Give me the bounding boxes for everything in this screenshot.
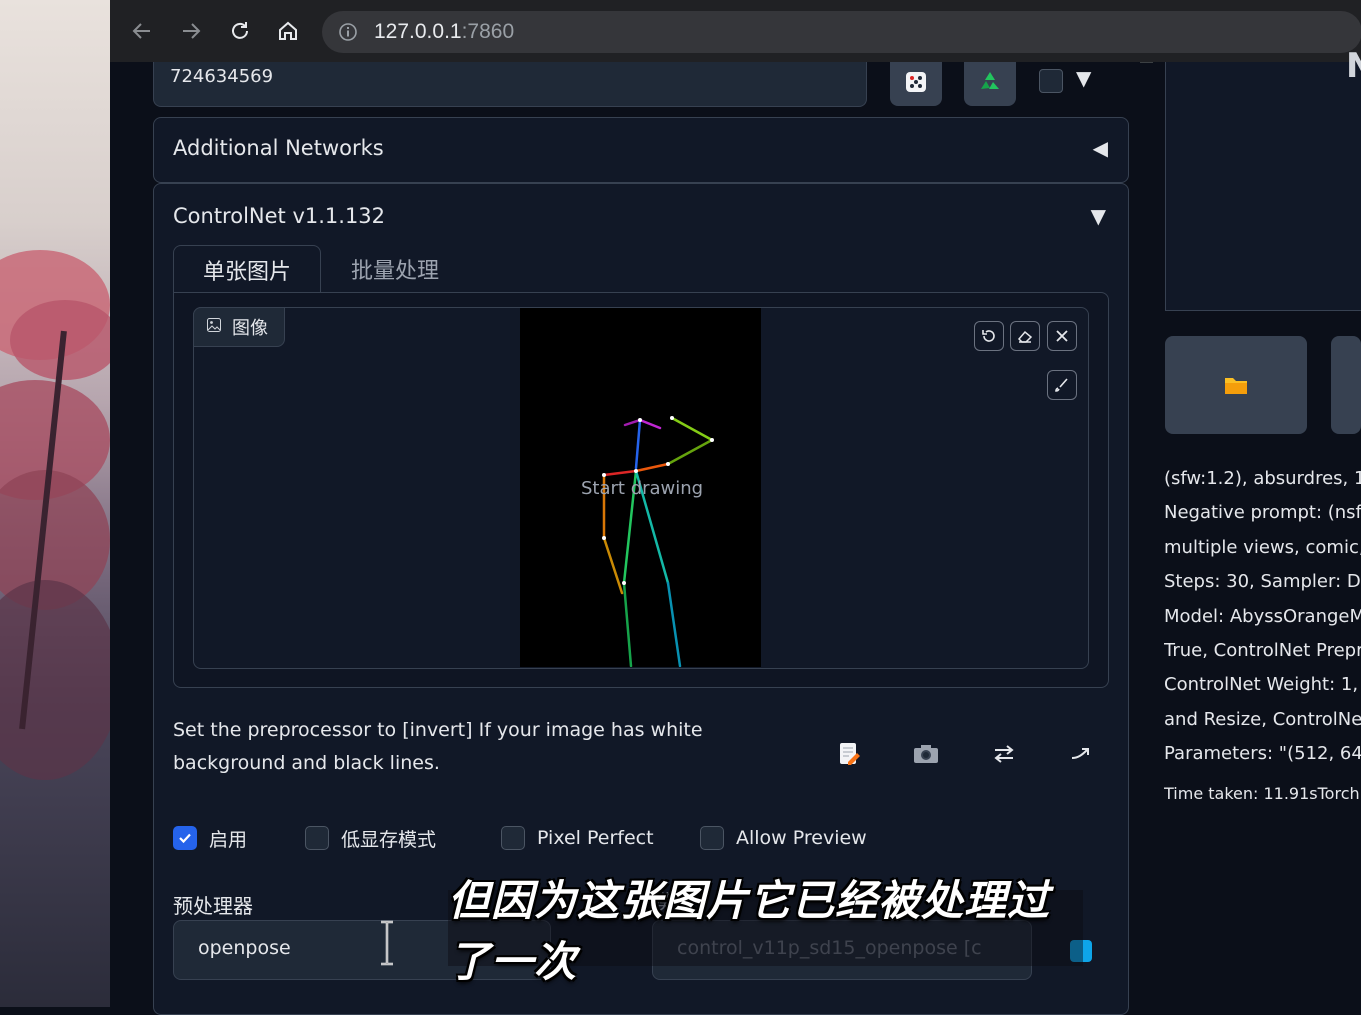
save-button[interactable] (1331, 336, 1361, 434)
swap-arrows-icon[interactable] (984, 736, 1024, 772)
accordion-title[interactable]: ControlNet v1.1.132 (173, 204, 385, 228)
subtitle-text: 但因为这张图片它已经被处理过了一次 (448, 876, 1051, 986)
seed-input[interactable]: 724634569 (153, 62, 867, 107)
home-icon[interactable] (273, 16, 303, 46)
info-line: Negative prompt: (nsfw (1164, 502, 1361, 524)
close-icon[interactable] (1047, 321, 1077, 351)
info-line: Model: AbyssOrangeMi (1164, 605, 1361, 627)
checkbox-box[interactable] (700, 826, 724, 850)
checkbox-box[interactable] (501, 826, 525, 850)
seed-value: 724634569 (170, 66, 274, 87)
checkbox-label: Allow Preview (736, 827, 867, 849)
random-seed-button[interactable] (890, 62, 942, 106)
folder-icon (1223, 374, 1249, 400)
image-label: 图像 (193, 307, 285, 347)
send-dimensions-icon[interactable] (1061, 736, 1101, 772)
address-bar[interactable]: 127.0.0.1:7860 (322, 11, 1361, 53)
enable-checkbox[interactable]: 启用 (173, 824, 247, 852)
camera-icon[interactable] (906, 736, 946, 772)
expanded-triangle-icon[interactable]: ▼ (1091, 204, 1106, 228)
tab-label: 批量处理 (350, 259, 439, 284)
back-icon[interactable] (127, 16, 157, 46)
info-line: ControlNet Weight: 1, C (1164, 674, 1361, 696)
output-gallery[interactable] (1165, 62, 1361, 311)
preprocessor-hint: Set the preprocessor to [invert] If your… (173, 719, 703, 774)
info-line: Parameters: "(512, 64, (1164, 743, 1361, 765)
extra-seed-dropdown-icon[interactable]: ▼ (1076, 66, 1091, 90)
image-icon (206, 317, 222, 337)
extra-seed-checkbox[interactable] (1039, 69, 1063, 93)
generation-info: (sfw:1.2), absurdres, 1g Negative prompt… (1164, 462, 1361, 772)
browser-toolbar: 127.0.0.1:7860 (110, 0, 1361, 63)
info-line: True, ControlNet Prepr (1164, 640, 1361, 662)
collapsed-triangle-icon: ◀ (1092, 136, 1108, 160)
tab-label: 单张图片 (202, 260, 291, 285)
canvas-hint: Start drawing (581, 478, 704, 499)
gallery-header-text: N (1346, 46, 1361, 86)
low-vram-checkbox[interactable]: 低显存模式 (305, 824, 436, 852)
checkbox-box[interactable] (305, 826, 329, 850)
brush-icon[interactable] (1047, 370, 1077, 400)
reuse-seed-button[interactable] (964, 62, 1016, 106)
info-line: and Resize, ControlNet (1164, 708, 1361, 730)
checkbox-label: 低显存模式 (341, 828, 437, 851)
allow-preview-checkbox[interactable]: Allow Preview (700, 824, 867, 852)
text-cursor-icon (378, 920, 396, 970)
image-label-text: 图像 (232, 318, 268, 339)
info-line: (sfw:1.2), absurdres, 1g (1164, 468, 1361, 489)
recycle-icon (977, 69, 1003, 99)
checkbox-label: Pixel Perfect (537, 827, 654, 849)
undo-icon[interactable] (974, 321, 1004, 351)
preprocessor-value: openpose (198, 937, 291, 959)
checkbox-label: 启用 (209, 828, 248, 851)
pixel-perfect-checkbox[interactable]: Pixel Perfect (501, 824, 654, 852)
accordion-title: Additional Networks (173, 136, 384, 160)
pose-canvas[interactable]: Start drawing (520, 308, 761, 668)
checkbox-checked[interactable] (173, 826, 197, 850)
edit-notes-icon[interactable] (829, 736, 869, 772)
info-line: multiple views, comic, (1164, 536, 1361, 558)
video-subtitle: 但因为这张图片它已经被处理过了一次 (448, 876, 1083, 986)
tab-single-image[interactable]: 单张图片 (173, 245, 321, 294)
url-text: 127.0.0.1:7860 (374, 20, 515, 43)
preprocessor-label: 预处理器 (173, 894, 253, 918)
time-taken: Time taken: 11.91sTorch a (1164, 784, 1361, 803)
additional-networks-accordion[interactable]: Additional Networks ◀ (153, 117, 1129, 183)
site-info-icon[interactable] (338, 22, 358, 46)
eraser-icon[interactable] (1010, 321, 1040, 351)
desktop-wallpaper (0, 0, 110, 1007)
tab-batch[interactable]: 批量处理 (330, 245, 460, 293)
open-folder-button[interactable] (1165, 336, 1307, 434)
reload-icon[interactable] (225, 16, 255, 46)
forward-icon[interactable] (176, 16, 206, 46)
dice-icon (903, 69, 929, 99)
info-line: Steps: 30, Sampler: DP (1164, 571, 1361, 593)
